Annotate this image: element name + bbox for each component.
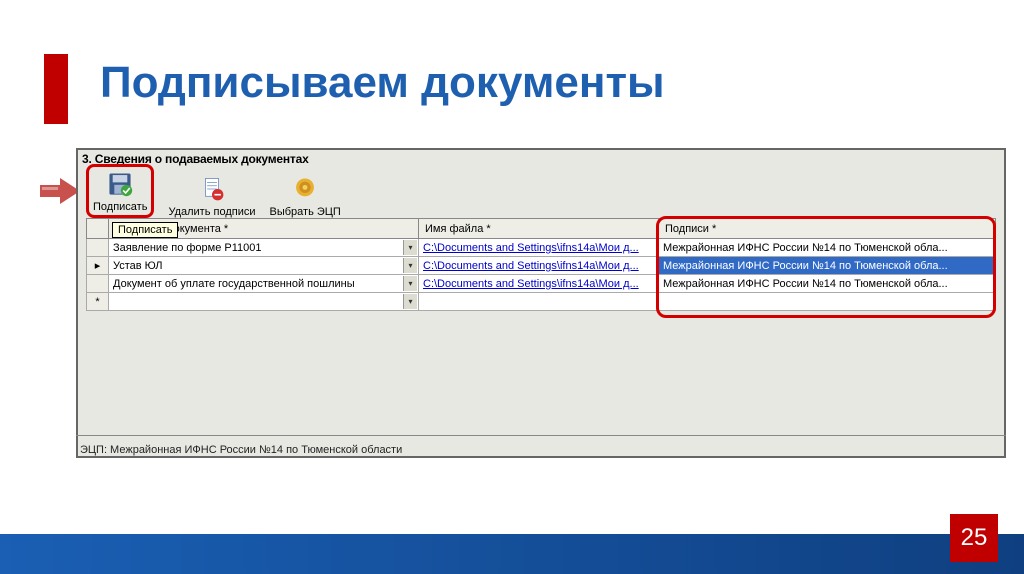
file-link[interactable]: C:\Documents and Settings\ifns14a\Мои д.… (423, 242, 639, 254)
accent-bar (44, 54, 68, 124)
row-indicator (87, 275, 109, 293)
divider (76, 435, 1006, 436)
status-bar-text: ЭЦП: Межрайонная ИФНС России №14 по Тюме… (80, 444, 402, 456)
toolbar: Подписать Удалить подписи Выбрать ЭЦП (86, 164, 341, 218)
stamp-icon (289, 174, 321, 204)
row-indicator: ▸ (87, 257, 109, 275)
row-indicator (87, 239, 109, 257)
file-link[interactable]: C:\Documents and Settings\ifns14a\Мои д.… (423, 260, 639, 272)
cell-file[interactable]: C:\Documents and Settings\ifns14a\Мои д.… (419, 257, 659, 275)
cell-sign[interactable]: Межрайонная ИФНС России №14 по Тюменской… (659, 275, 996, 293)
delete-signatures-button[interactable]: Удалить подписи (168, 174, 255, 218)
cell-sign[interactable] (659, 293, 996, 311)
select-ecp-label: Выбрать ЭЦП (270, 206, 341, 218)
page-title: Подписываем документы (100, 58, 665, 108)
cell-name[interactable]: Устав ЮЛ▾ (109, 257, 419, 275)
row-indicator-header (87, 219, 109, 239)
dropdown-icon[interactable]: ▾ (403, 258, 417, 273)
document-delete-icon (196, 174, 228, 204)
cell-name[interactable]: ▾ (109, 293, 419, 311)
documents-table: Название документа * Имя файла * Подписи… (86, 218, 996, 311)
row-indicator: * (87, 293, 109, 311)
delete-signatures-label: Удалить подписи (168, 206, 255, 218)
select-ecp-button[interactable]: Выбрать ЭЦП (270, 174, 341, 218)
cell-name[interactable]: Заявление по форме Р11001▾ (109, 239, 419, 257)
cell-file[interactable]: C:\Documents and Settings\ifns14a\Мои д.… (419, 275, 659, 293)
dropdown-icon[interactable]: ▾ (403, 276, 417, 291)
table-row-new[interactable]: * ▾ (87, 293, 996, 311)
sign-button-label: Подписать (93, 201, 147, 213)
column-header-sign[interactable]: Подписи * (659, 219, 996, 239)
slide-footer-bar (0, 534, 1024, 574)
dropdown-icon[interactable]: ▾ (403, 240, 417, 255)
cell-sign[interactable]: Межрайонная ИФНС России №14 по Тюменской… (659, 239, 996, 257)
cell-sign-selected[interactable]: Межрайонная ИФНС России №14 по Тюменской… (659, 257, 996, 275)
cell-file[interactable]: C:\Documents and Settings\ifns14a\Мои д.… (419, 239, 659, 257)
floppy-check-icon (104, 169, 136, 199)
table-row[interactable]: Заявление по форме Р11001▾ C:\Documents … (87, 239, 996, 257)
table-row[interactable]: Документ об уплате государственной пошли… (87, 275, 996, 293)
cell-file[interactable] (419, 293, 659, 311)
column-header-file[interactable]: Имя файла * (419, 219, 659, 239)
file-link[interactable]: C:\Documents and Settings\ifns14a\Мои д.… (423, 278, 639, 290)
dropdown-icon[interactable]: ▾ (403, 294, 417, 309)
sign-button[interactable]: Подписать (86, 164, 154, 218)
cell-name[interactable]: Документ об уплате государственной пошли… (109, 275, 419, 293)
callout-arrow (40, 178, 80, 204)
tooltip: Подписать (112, 222, 178, 238)
table-row[interactable]: ▸ Устав ЮЛ▾ C:\Documents and Settings\if… (87, 257, 996, 275)
page-number: 25 (950, 514, 998, 562)
